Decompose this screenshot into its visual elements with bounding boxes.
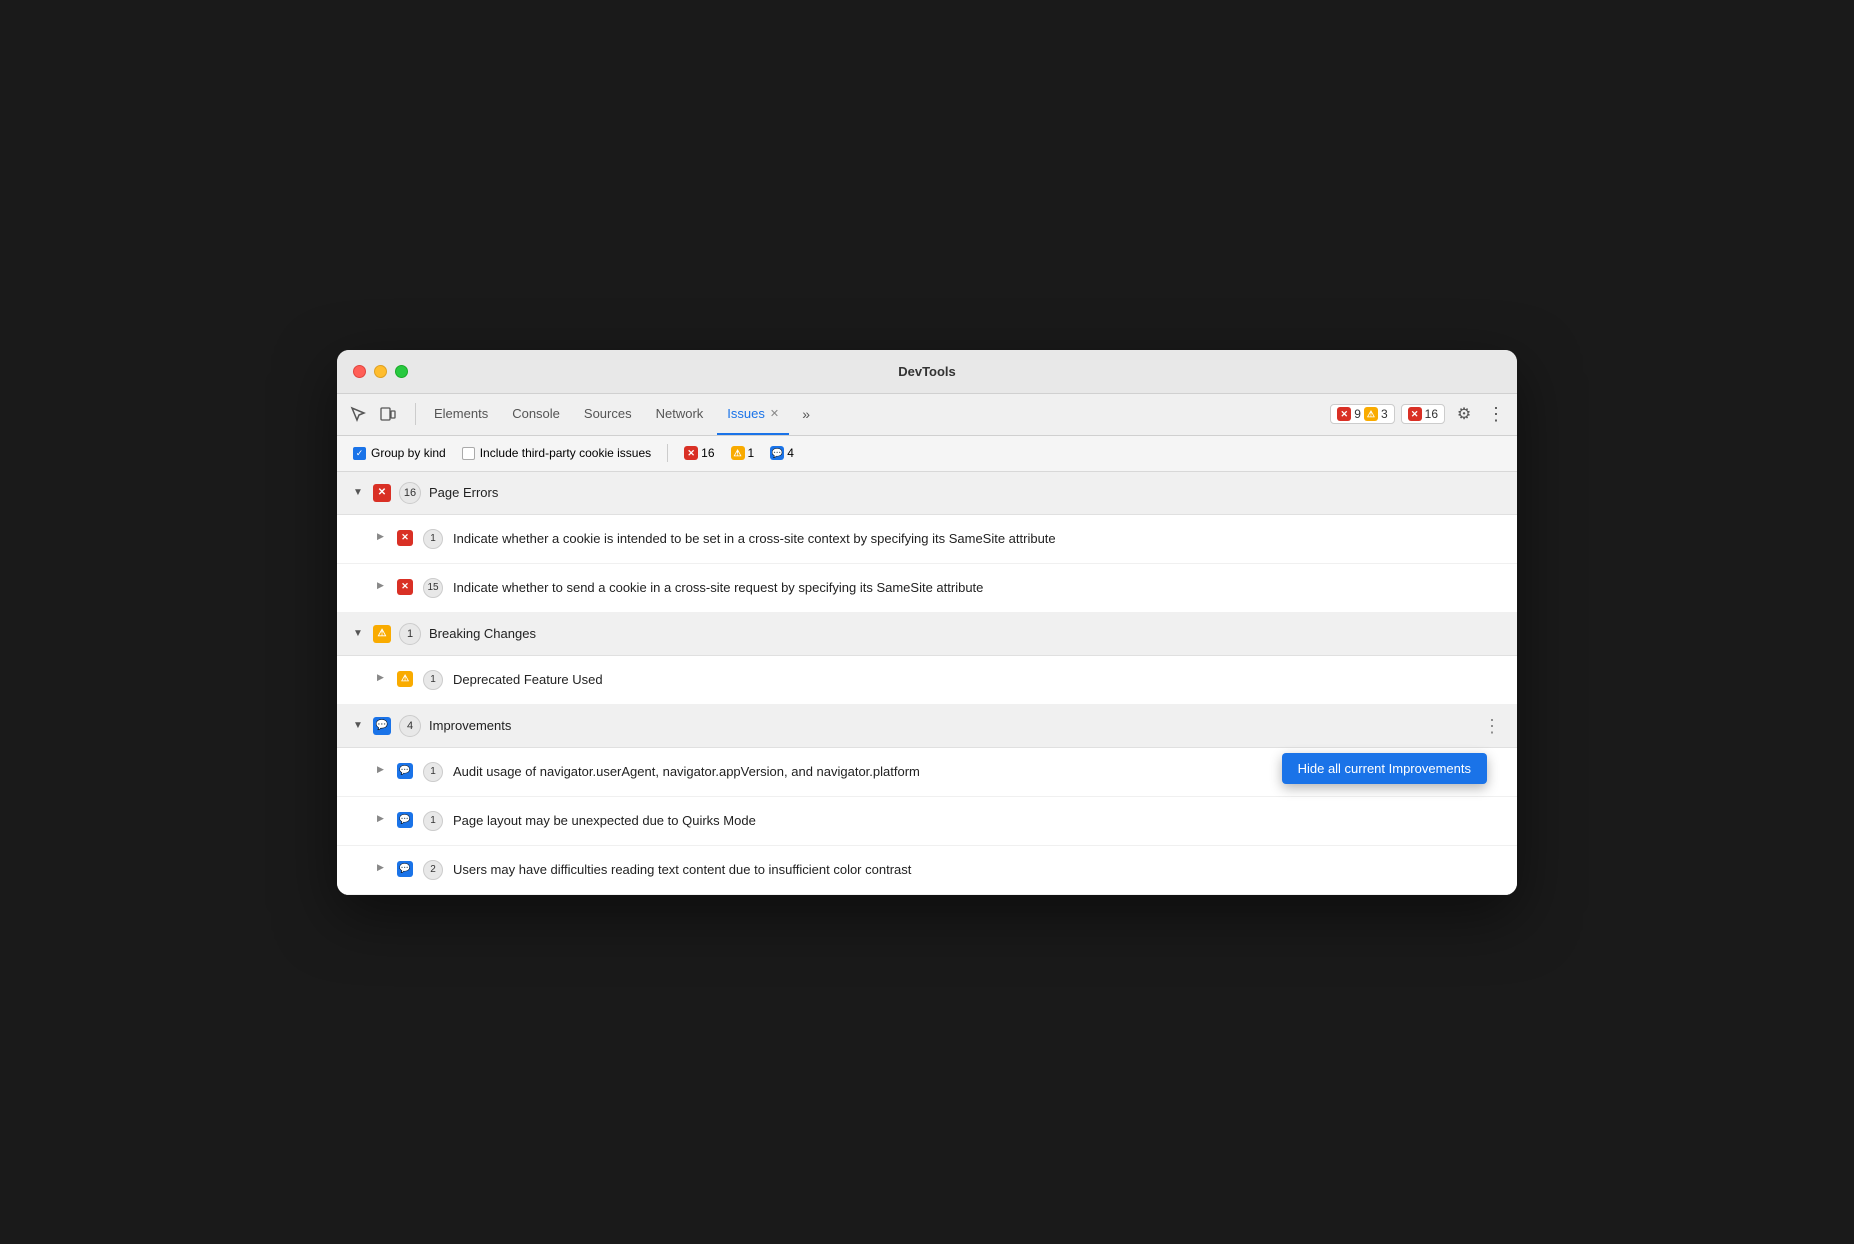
toolbar-icon-group <box>345 401 401 427</box>
tab-elements[interactable]: Elements <box>424 393 498 435</box>
issue-1-arrow: ▶ <box>377 531 387 542</box>
breaking-changes-arrow: ▼ <box>353 628 365 639</box>
device-icon[interactable] <box>375 401 401 427</box>
group-by-kind-checkbox[interactable] <box>353 447 366 460</box>
third-party-checkbox-group[interactable]: Include third-party cookie issues <box>462 446 651 460</box>
sec-red-icon: ✕ <box>684 446 698 460</box>
traffic-lights <box>353 365 408 378</box>
group-by-kind-label: Group by kind <box>371 446 446 460</box>
devtools-window: DevTools Elements Console Sources <box>337 350 1517 895</box>
secondary-toolbar: Group by kind Include third-party cookie… <box>337 436 1517 472</box>
sec-blue-icon: 💬 <box>770 446 784 460</box>
imp-issue-3-count: 2 <box>423 860 443 880</box>
title-bar: DevTools <box>337 350 1517 394</box>
warning-count: 3 <box>1381 407 1388 421</box>
improvements-issue-2[interactable]: ▶ 💬 1 Page layout may be unexpected due … <box>337 797 1517 846</box>
issue-1-text: Indicate whether a cookie is intended to… <box>453 529 1056 549</box>
tab-close-icon[interactable]: ✕ <box>770 407 779 420</box>
more-options-button[interactable]: ⋮ <box>1483 401 1509 427</box>
improvements-section-header[interactable]: ▼ 💬 4 Improvements ⋮ <box>337 705 1517 748</box>
page-errors-issue-1[interactable]: ▶ ✕ 1 Indicate whether a cookie is inten… <box>337 515 1517 564</box>
toolbar-right: ✕ 9 ⚠ 3 ✕ 16 ⚙ ⋮ <box>1330 401 1509 427</box>
issue-2-count: 15 <box>423 578 443 598</box>
close-button[interactable] <box>353 365 366 378</box>
page-errors-section-header[interactable]: ▼ ✕ 16 Page Errors <box>337 472 1517 515</box>
page-errors-icon: ✕ <box>373 484 391 502</box>
third-party-checkbox[interactable] <box>462 447 475 460</box>
page-errors-title: Page Errors <box>429 485 498 500</box>
issue-1-count: 1 <box>423 529 443 549</box>
imp-issue-1-icon: 💬 <box>397 763 413 779</box>
tab-issues[interactable]: Issues ✕ <box>717 393 789 435</box>
imp-issue-2-text: Page layout may be unexpected due to Qui… <box>453 811 756 831</box>
bc-issue-1-text: Deprecated Feature Used <box>453 670 603 690</box>
error-count: 9 <box>1354 407 1361 421</box>
hide-improvements-popup[interactable]: Hide all current Improvements <box>1282 753 1487 784</box>
breaking-changes-count: 1 <box>399 623 421 645</box>
content-area: ▼ ✕ 16 Page Errors ▶ ✕ 1 Indicate whethe… <box>337 472 1517 895</box>
sec-red-badge: ✕ 16 <box>684 446 714 460</box>
breaking-changes-section-header[interactable]: ▼ ⚠ 1 Breaking Changes <box>337 613 1517 656</box>
imp-issue-1-text: Audit usage of navigator.userAgent, navi… <box>453 762 920 782</box>
imp-issue-3-text: Users may have difficulties reading text… <box>453 860 911 880</box>
issue-2-arrow: ▶ <box>377 580 387 591</box>
inspector-icon[interactable] <box>345 401 371 427</box>
more-tabs-button[interactable]: » <box>793 401 819 427</box>
group-by-kind-checkbox-group[interactable]: Group by kind <box>353 446 446 460</box>
tab-console[interactable]: Console <box>502 393 570 435</box>
error-badge-icon: ✕ <box>1337 407 1351 421</box>
main-toolbar: Elements Console Sources Network Issues … <box>337 394 1517 436</box>
minimize-button[interactable] <box>374 365 387 378</box>
page-errors-count: 16 <box>399 482 421 504</box>
breaking-changes-icon: ⚠ <box>373 625 391 643</box>
page-errors-issue-2[interactable]: ▶ ✕ 15 Indicate whether to send a cookie… <box>337 564 1517 613</box>
issues-count-badge[interactable]: ✕ 16 <box>1401 404 1445 424</box>
imp-issue-3-arrow: ▶ <box>377 862 387 873</box>
issues-badge-count: 16 <box>1425 407 1438 421</box>
settings-button[interactable]: ⚙ <box>1451 401 1477 427</box>
improvements-count: 4 <box>399 715 421 737</box>
issue-2-icon: ✕ <box>397 579 413 595</box>
issue-1-icon: ✕ <box>397 530 413 546</box>
breaking-changes-issue-1[interactable]: ▶ ⚠ 1 Deprecated Feature Used <box>337 656 1517 705</box>
sec-orange-count: 1 <box>748 446 755 460</box>
sec-orange-badge: ⚠ 1 <box>731 446 755 460</box>
imp-issue-1-arrow: ▶ <box>377 764 387 775</box>
issues-badge-icon: ✕ <box>1408 407 1422 421</box>
improvements-arrow: ▼ <box>353 720 365 731</box>
imp-issue-2-arrow: ▶ <box>377 813 387 824</box>
window-title: DevTools <box>898 364 956 379</box>
improvements-issue-3[interactable]: ▶ 💬 2 Users may have difficulties readin… <box>337 846 1517 895</box>
imp-issue-2-icon: 💬 <box>397 812 413 828</box>
breaking-changes-title: Breaking Changes <box>429 626 536 641</box>
sec-blue-badge: 💬 4 <box>770 446 794 460</box>
third-party-label: Include third-party cookie issues <box>480 446 651 460</box>
tab-network[interactable]: Network <box>646 393 714 435</box>
imp-issue-1-count: 1 <box>423 762 443 782</box>
error-warning-badge[interactable]: ✕ 9 ⚠ 3 <box>1330 404 1394 424</box>
bc-issue-1-count: 1 <box>423 670 443 690</box>
warning-badge-icon: ⚠ <box>1364 407 1378 421</box>
improvements-more-button[interactable]: ⋮ <box>1483 717 1501 735</box>
sec-orange-icon: ⚠ <box>731 446 745 460</box>
maximize-button[interactable] <box>395 365 408 378</box>
toolbar-divider <box>415 403 416 425</box>
improvements-section: ▼ 💬 4 Improvements ⋮ Hide all current Im… <box>337 705 1517 895</box>
page-errors-arrow: ▼ <box>353 487 365 498</box>
issue-2-text: Indicate whether to send a cookie in a c… <box>453 578 983 598</box>
sec-blue-count: 4 <box>787 446 794 460</box>
improvements-title: Improvements <box>429 718 511 733</box>
bc-issue-1-icon: ⚠ <box>397 671 413 687</box>
bc-issue-1-arrow: ▶ <box>377 672 387 683</box>
secondary-divider <box>667 444 668 462</box>
imp-issue-3-icon: 💬 <box>397 861 413 877</box>
tab-sources[interactable]: Sources <box>574 393 642 435</box>
imp-issue-2-count: 1 <box>423 811 443 831</box>
sec-red-count: 16 <box>701 446 714 460</box>
improvements-icon: 💬 <box>373 717 391 735</box>
